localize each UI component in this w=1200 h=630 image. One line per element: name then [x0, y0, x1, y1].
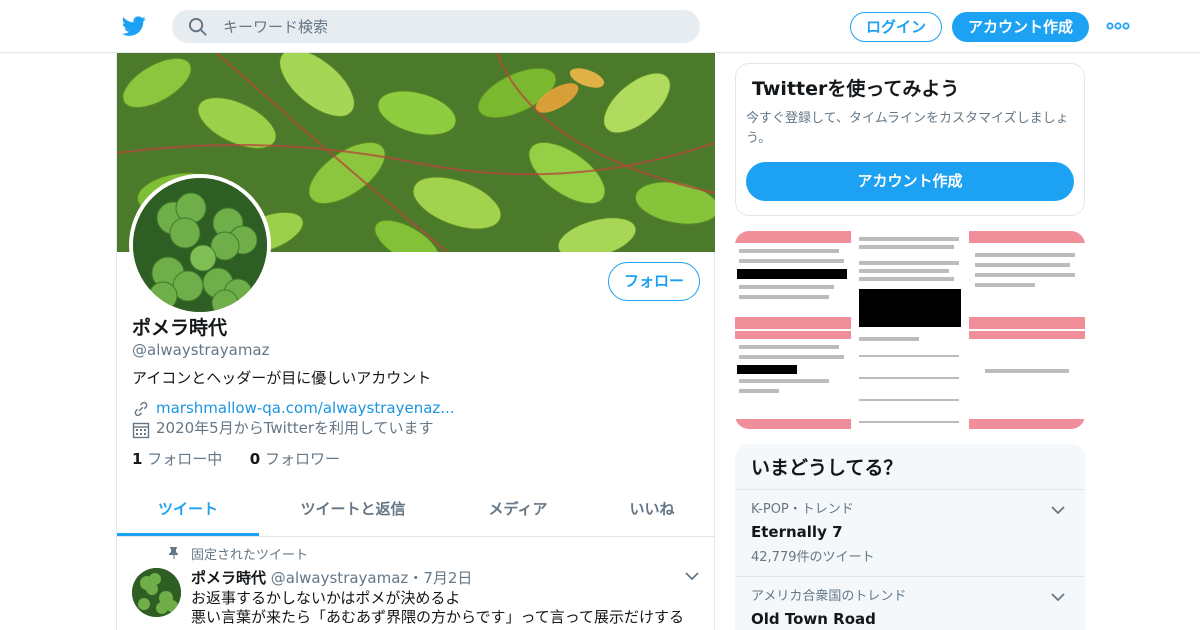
profile-tabs: ツイート ツイートと返信 メディア いいね [117, 486, 715, 537]
trend-tweet-count: 42,779件のツイート [751, 550, 875, 565]
tweet-date[interactable]: 7月2日 [423, 569, 472, 587]
join-date-text: 2020年5月からTwitterを利用しています [156, 419, 434, 437]
tweet-author-name[interactable]: ポメラ時代 [191, 569, 266, 587]
profile-handle: @alwaystrayamaz [132, 341, 270, 359]
twitter-bird-icon[interactable] [121, 14, 147, 38]
trend-context: アメリカ合衆国のトレンド [751, 589, 907, 604]
followers-count: 0 [249, 450, 261, 468]
login-button[interactable]: ログイン [850, 12, 942, 42]
tweet-line-2: 悪い言葉が来たら「あむあず界隈の方からです」って言って展示だけする [191, 608, 685, 626]
tab-tweets[interactable]: ツイート [117, 486, 259, 536]
following-link[interactable]: 1 フォロー中 [132, 450, 222, 468]
media-thumbnail[interactable] [853, 231, 967, 329]
followers-link[interactable]: 0 フォロワー [250, 450, 340, 468]
media-thumbnail-grid[interactable] [735, 231, 1085, 429]
profile-name: ポメラ時代 [132, 317, 228, 339]
media-thumbnail[interactable] [735, 331, 851, 429]
trends-title: いまどうしてる？ [751, 457, 903, 479]
media-thumbnail[interactable] [969, 231, 1085, 329]
trend-item[interactable]: K-POP・トレンド Eternally 7 42,779件のツイート [751, 502, 1071, 566]
signup-card-title: Twitterを使ってみよう [752, 78, 960, 100]
signup-button[interactable]: アカウント作成 [952, 12, 1089, 42]
profile-avatar[interactable] [129, 174, 271, 316]
search-icon [188, 17, 207, 36]
calendar-icon [132, 422, 150, 439]
more-dots-icon[interactable] [1106, 17, 1130, 35]
followers-label: フォロワー [265, 450, 341, 468]
signup-card-description: 今すぐ登録して、タイムラインをカスタマイズしましょう。 [746, 111, 1069, 146]
profile-bio: アイコンとヘッダーが目に優しいアカウント [132, 369, 432, 387]
following-count: 1 [132, 450, 143, 468]
trend-name: Old Town Road [751, 610, 876, 628]
trend-item[interactable]: アメリカ合衆国のトレンド Old Town Road [751, 589, 1071, 629]
follow-button[interactable]: フォロー [608, 262, 700, 301]
media-thumbnail[interactable] [969, 331, 1085, 429]
top-navigation-bar: キーワード検索 ログイン アカウント作成 [0, 0, 1200, 53]
tweet-author-handle[interactable]: @alwaystrayamaz [271, 569, 409, 587]
profile-website-link[interactable]: marshmallow-qa.com/alwaystrayenaz... [156, 398, 455, 418]
tweet-text: お返事するかしないかはポメが決めるよ 悪い言葉が来たら「あむあず界隈の方からです… [191, 589, 711, 627]
pinned-text: 固定されたツイート [191, 548, 309, 563]
tweet-avatar[interactable] [132, 568, 181, 617]
trend-context: K-POP・トレンド [751, 502, 854, 517]
signup-card: Twitterを使ってみよう 今すぐ登録して、タイムラインをカスタマイズしましょ… [735, 63, 1085, 216]
pin-icon [169, 547, 181, 563]
following-label: フォロー中 [147, 450, 223, 468]
profile-column: フォロー ポメラ時代 @alwaystrayamaz アイコンとヘッダーが目に優… [116, 53, 715, 630]
tab-media[interactable]: メディア [447, 486, 589, 536]
follow-counts: 1 フォロー中 0 フォロワー [132, 449, 340, 469]
tweet-header: ポメラ時代 @alwaystrayamaz・7月2日 [191, 568, 472, 588]
chevron-down-icon[interactable] [685, 571, 699, 581]
trends-panel: いまどうしてる？ K-POP・トレンド Eternally 7 42,779件の… [735, 444, 1085, 630]
search-box[interactable]: キーワード検索 [172, 10, 700, 43]
chevron-down-icon[interactable] [1051, 505, 1065, 515]
trend-name: Eternally 7 [751, 523, 843, 541]
tweet-dot: ・ [408, 569, 424, 587]
tweet-line-1: お返事するかしないかはポメが決めるよ [191, 589, 461, 607]
signup-card-button[interactable]: アカウント作成 [746, 162, 1074, 201]
search-input[interactable]: キーワード検索 [223, 18, 328, 36]
pinned-label: 固定されたツイート [169, 547, 308, 564]
link-icon [134, 401, 148, 417]
media-thumbnail[interactable] [853, 331, 967, 429]
tab-likes[interactable]: いいね [607, 486, 697, 536]
tab-tweets-and-replies[interactable]: ツイートと返信 [282, 486, 424, 536]
media-thumbnail[interactable] [735, 231, 851, 329]
chevron-down-icon[interactable] [1051, 592, 1065, 602]
